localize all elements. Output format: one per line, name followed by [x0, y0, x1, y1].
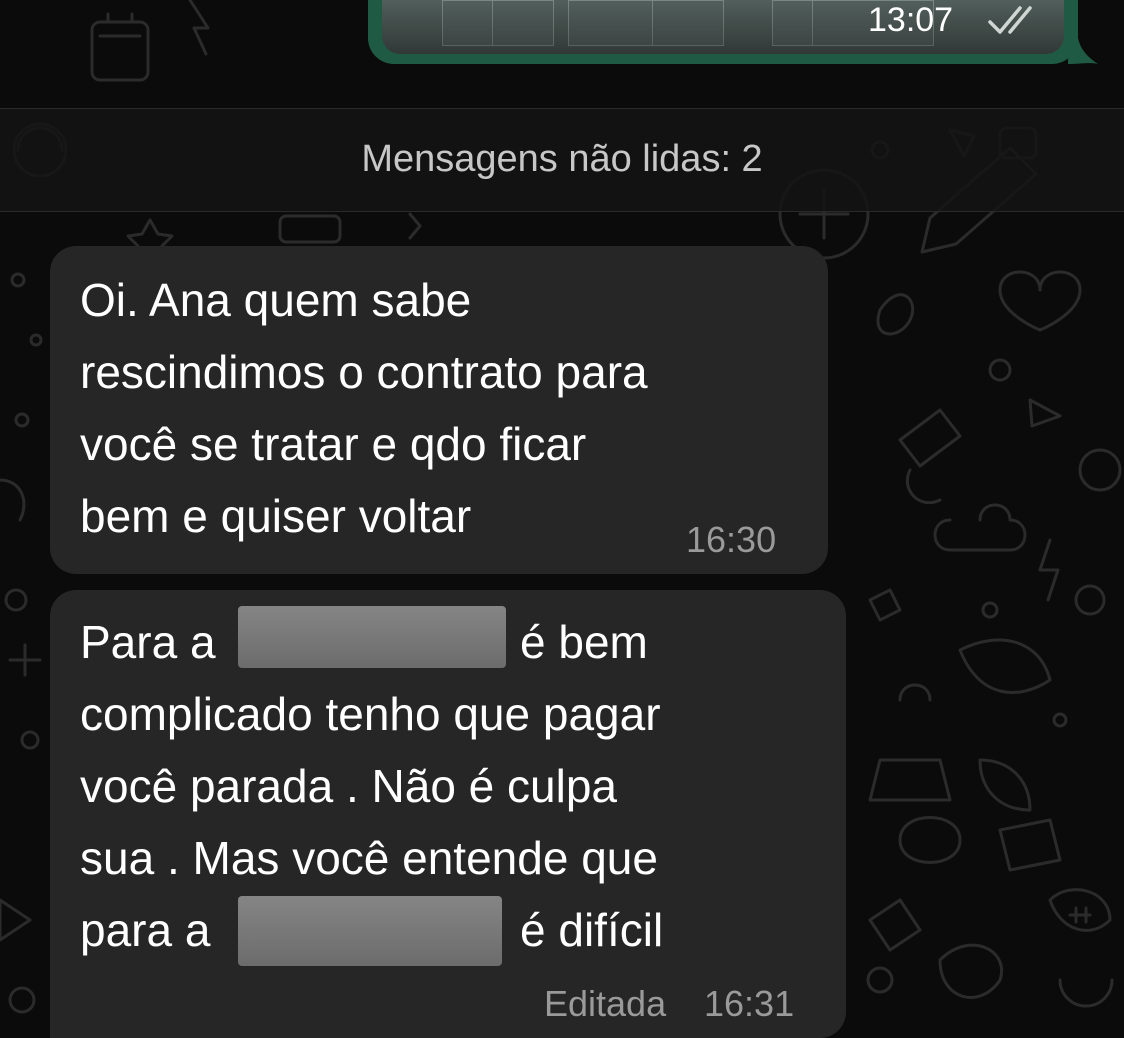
message-text-line: é bem [520, 616, 648, 668]
message-text-line: Oi. Ana quem sabe [80, 274, 472, 326]
message-text-line: Para a [80, 616, 216, 668]
message-text-line: sua . Mas você entende que [80, 832, 658, 884]
message-text-line: é difícil [520, 904, 664, 956]
bubble-tail [1068, 38, 1098, 64]
image-thumbnail[interactable] [382, 0, 1064, 54]
redacted-name-block [238, 606, 506, 668]
edited-label: Editada [544, 983, 667, 1024]
double-check-read-icon [988, 6, 1032, 34]
unread-messages-label: Mensagens não lidas: 2 [361, 138, 763, 180]
message-text-line: para a [80, 904, 211, 956]
outgoing-timestamp: 13:07 [868, 1, 954, 39]
message-text-line: você parada . Não é culpa [80, 760, 618, 812]
message-timestamp: 16:31 [704, 983, 795, 1024]
message-text-line: complicado tenho que pagar [80, 688, 661, 740]
message-text-line: você se tratar e qdo ficar [80, 418, 587, 470]
message-text-line: bem e quiser voltar [80, 490, 472, 542]
message-timestamp: 16:30 [686, 519, 777, 560]
redacted-name-block [238, 896, 502, 966]
message-text-line: rescindimos o contrato para [80, 346, 648, 398]
